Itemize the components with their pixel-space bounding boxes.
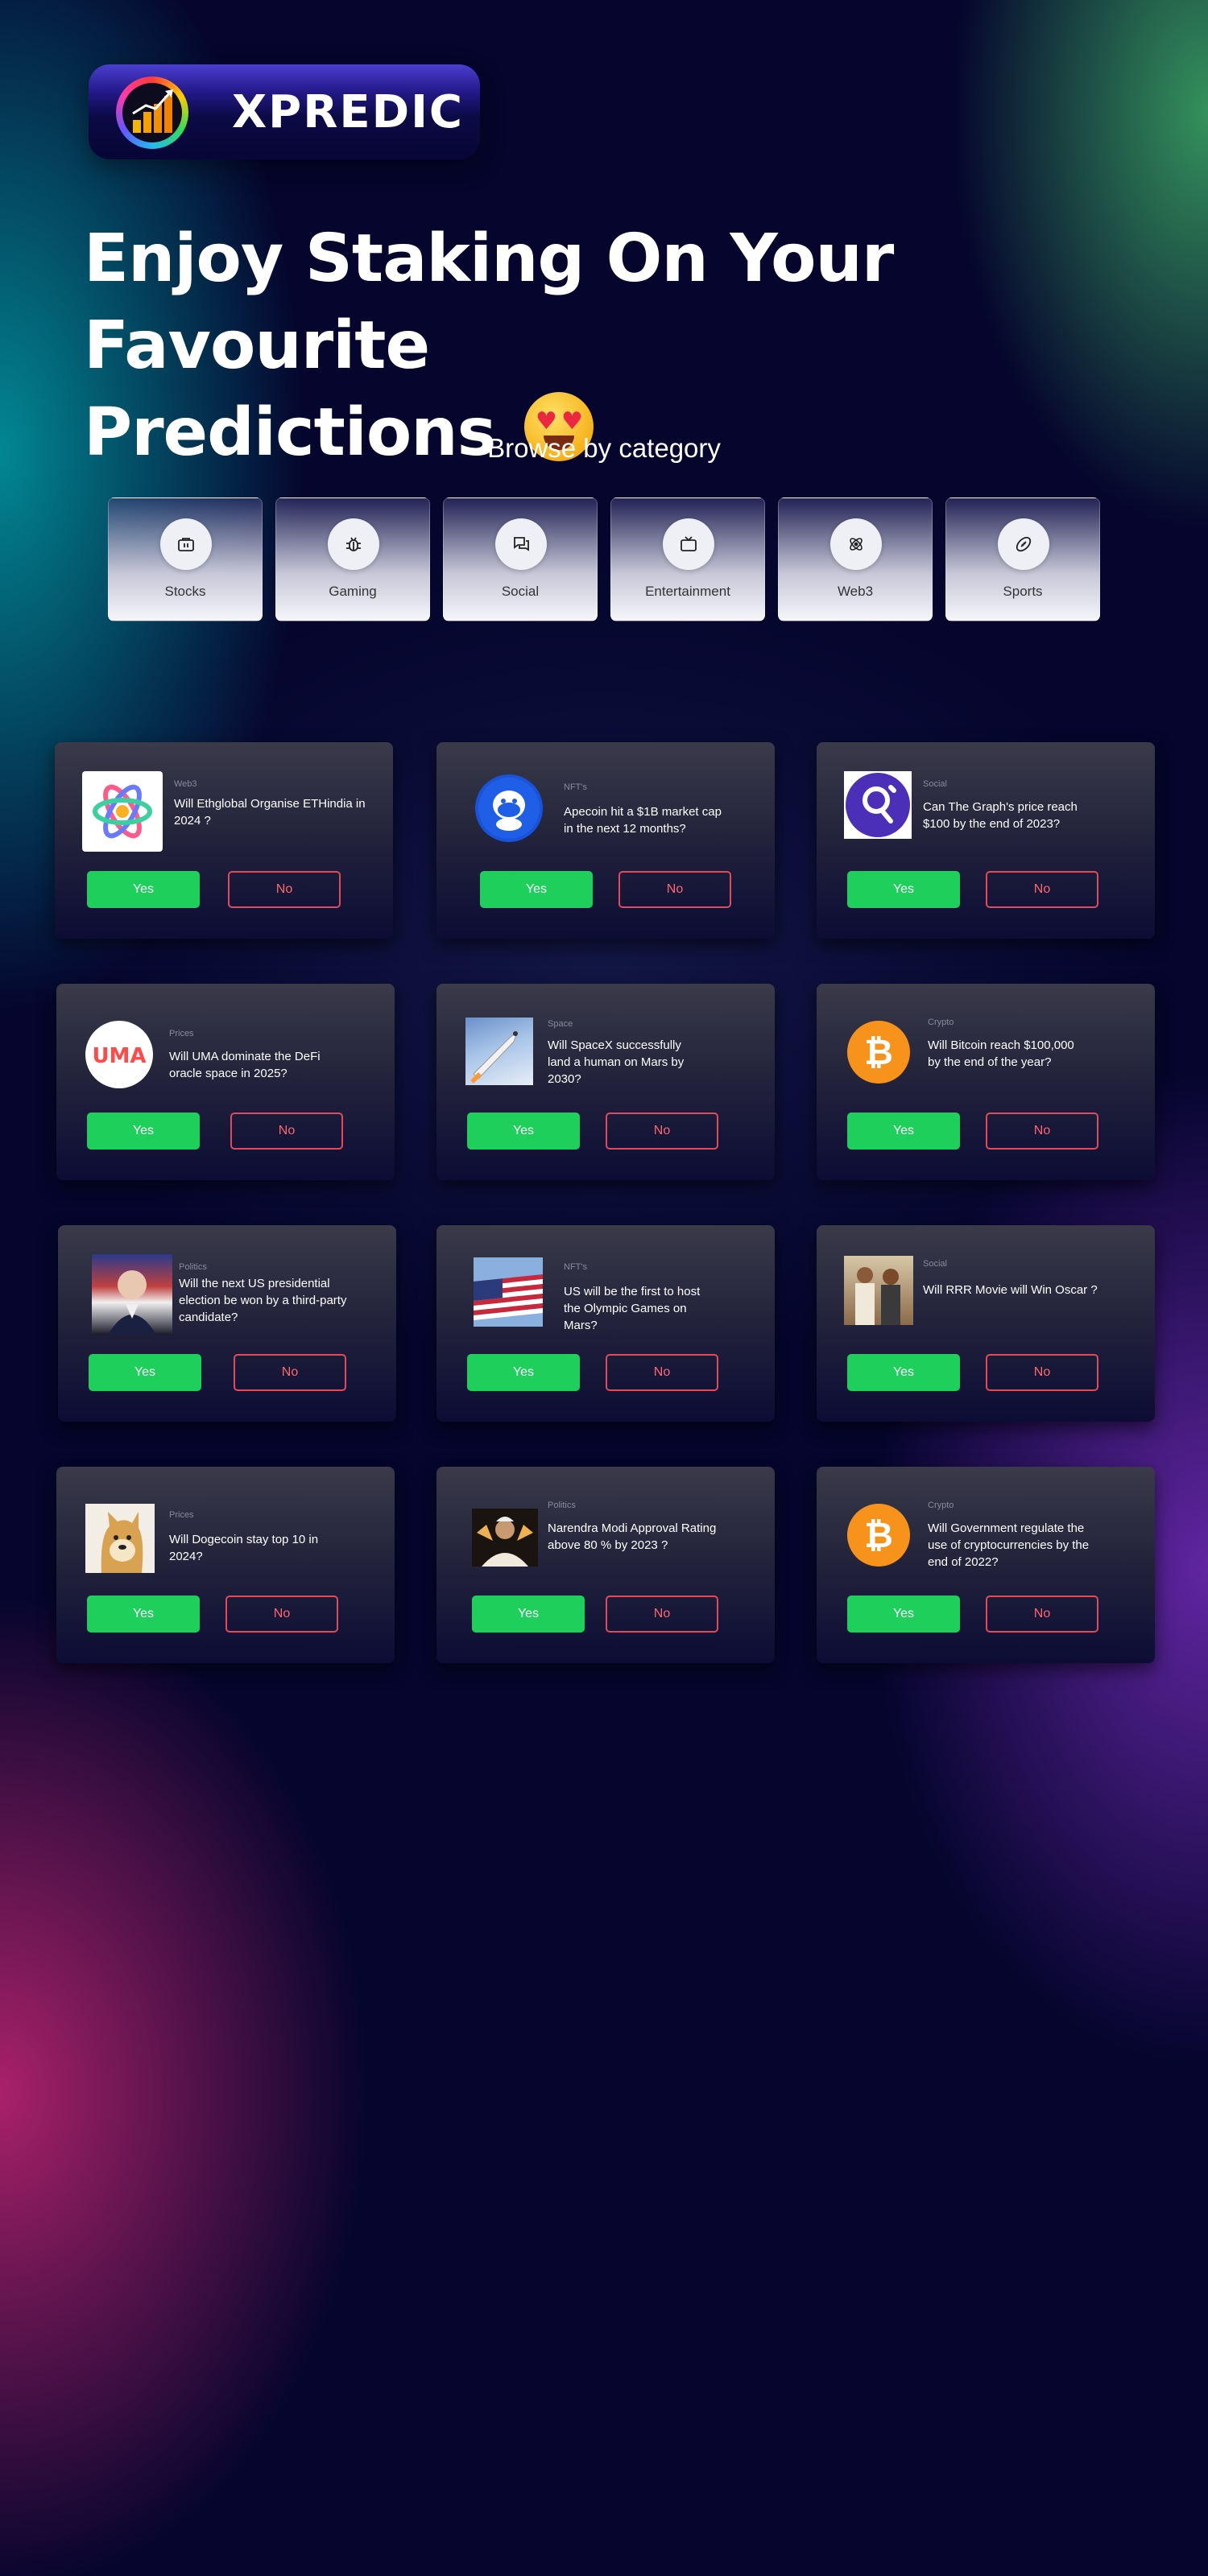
atom-icon — [830, 518, 882, 570]
bitcoin-logo: ₿ — [847, 1504, 910, 1567]
market-card[interactable]: Politics Narendra Modi Approval Rating a… — [436, 1467, 775, 1663]
the-graph-logo — [844, 771, 912, 839]
bug-icon — [328, 518, 379, 570]
market-card[interactable]: ₿ Crypto Will Bitcoin reach $100,000 by … — [817, 984, 1155, 1180]
market-question: Apecoin hit a $1B market cap in the next… — [564, 805, 722, 836]
yes-button[interactable]: Yes — [847, 1113, 960, 1150]
yes-button[interactable]: Yes — [467, 1354, 580, 1391]
market-category: Prices — [169, 1029, 194, 1038]
market-question: Will Government regulate the use of cryp… — [928, 1521, 1090, 1569]
no-button[interactable]: No — [986, 871, 1098, 908]
no-button[interactable]: No — [606, 1596, 718, 1633]
market-category: Space — [548, 1019, 573, 1029]
yes-button[interactable]: Yes — [467, 1113, 580, 1150]
no-button[interactable]: No — [986, 1354, 1098, 1391]
yes-button[interactable]: Yes — [89, 1354, 201, 1391]
category-gaming[interactable]: Gaming — [275, 497, 430, 621]
market-question: Will Bitcoin reach $100,000 by the end o… — [928, 1038, 1074, 1069]
market-question: US will be the first to host the Olympic… — [564, 1285, 701, 1332]
market-card[interactable]: Politics Will the next US presidential e… — [58, 1225, 396, 1422]
market-category: Politics — [548, 1501, 576, 1510]
market-question: Narendra Modi Approval Rating above 80 %… — [548, 1521, 717, 1552]
market-category: Politics — [179, 1262, 207, 1272]
market-question: Will the next US presidential election b… — [179, 1277, 347, 1324]
market-question: Will UMA dominate the DeFi oracle space … — [169, 1050, 321, 1080]
hero-line-1: Enjoy Staking On Your Favourite — [84, 221, 894, 384]
yes-button[interactable]: Yes — [847, 871, 960, 908]
category-label: Social — [501, 584, 540, 599]
market-question: Will Ethglobal Organise ETHindia in 2024… — [174, 797, 366, 828]
yes-button[interactable]: Yes — [87, 1113, 200, 1150]
no-button[interactable]: No — [230, 1113, 343, 1150]
briefcase-icon — [160, 518, 212, 570]
ethglobal-logo — [82, 771, 163, 852]
market-category: Social — [923, 779, 947, 789]
category-social[interactable]: Social — [443, 497, 598, 621]
category-stocks[interactable]: Stocks — [108, 497, 263, 621]
brand-name: XPREDIC — [232, 86, 465, 138]
market-category: NFT's — [564, 782, 587, 792]
no-button[interactable]: No — [225, 1596, 338, 1633]
no-button[interactable]: No — [986, 1596, 1098, 1633]
no-button[interactable]: No — [228, 871, 341, 908]
market-category: Social — [923, 1259, 947, 1269]
yes-button[interactable]: Yes — [472, 1596, 585, 1633]
market-card[interactable]: UMA Prices Will UMA dominate the DeFi or… — [56, 984, 395, 1180]
spacex-rocket-photo — [465, 1018, 533, 1085]
market-card[interactable]: Web3 Will Ethglobal Organise ETHindia in… — [55, 742, 393, 939]
market-card[interactable]: Space Will SpaceX successfully land a hu… — [436, 984, 775, 1180]
category-web3[interactable]: Web3 — [778, 497, 933, 621]
market-question: Can The Graph's price reach $100 by the … — [923, 800, 1078, 831]
market-card[interactable]: Prices Will Dogecoin stay top 10 in 2024… — [56, 1467, 395, 1663]
rrr-movie-photo — [844, 1256, 913, 1325]
category-sports[interactable]: Sports — [945, 497, 1100, 621]
category-label: Sports — [1003, 584, 1043, 599]
market-card[interactable]: NFT's Apecoin hit a $1B market cap in th… — [436, 742, 775, 939]
market-category: Crypto — [928, 1501, 954, 1510]
svg-text:UMA: UMA — [92, 1044, 146, 1068]
market-category: Web3 — [174, 779, 197, 789]
market-category: Crypto — [928, 1018, 954, 1027]
category-label: Gaming — [329, 584, 377, 599]
football-icon — [998, 518, 1049, 570]
market-card[interactable]: ₿ Crypto Will Government regulate the us… — [817, 1467, 1155, 1663]
no-button[interactable]: No — [606, 1354, 718, 1391]
no-button[interactable]: No — [618, 871, 731, 908]
svg-text:₿: ₿ — [864, 1515, 893, 1556]
category-label: Stocks — [164, 584, 206, 599]
market-category: NFT's — [564, 1262, 587, 1272]
dogecoin-photo — [85, 1504, 155, 1573]
market-card[interactable]: Social Can The Graph's price reach $100 … — [817, 742, 1155, 939]
no-button[interactable]: No — [234, 1354, 346, 1391]
uma-logo: UMA — [85, 1021, 153, 1088]
category-label: Web3 — [837, 584, 874, 599]
apecoin-logo — [475, 774, 543, 842]
brand-logo[interactable]: XPREDIC — [89, 64, 480, 159]
president-photo — [92, 1254, 172, 1335]
svg-text:₿: ₿ — [864, 1032, 893, 1073]
market-question: Will SpaceX successfully land a human on… — [548, 1038, 685, 1086]
category-label: Entertainment — [645, 584, 730, 599]
us-flag-photo — [474, 1257, 543, 1327]
yes-button[interactable]: Yes — [87, 1596, 200, 1633]
yes-button[interactable]: Yes — [847, 1354, 960, 1391]
yes-button[interactable]: Yes — [847, 1596, 960, 1633]
browse-title: Browse by category — [487, 433, 721, 463]
yes-button[interactable]: Yes — [480, 871, 593, 908]
market-question: Will Dogecoin stay top 10 in 2024? — [169, 1533, 319, 1563]
market-card[interactable]: NFT's US will be the first to host the O… — [436, 1225, 775, 1422]
no-button[interactable]: No — [986, 1113, 1098, 1150]
modi-photo — [472, 1509, 538, 1567]
market-category: Prices — [169, 1510, 194, 1520]
no-button[interactable]: No — [606, 1113, 718, 1150]
logo-chart-icon — [116, 76, 188, 149]
chat-icon — [495, 518, 547, 570]
market-question: Will RRR Movie will Win Oscar ? — [923, 1283, 1098, 1297]
yes-button[interactable]: Yes — [87, 871, 200, 908]
market-card[interactable]: Social Will RRR Movie will Win Oscar ? Y… — [817, 1225, 1155, 1422]
tv-icon — [663, 518, 714, 570]
bitcoin-logo: ₿ — [847, 1021, 910, 1084]
category-entertainment[interactable]: Entertainment — [610, 497, 765, 621]
